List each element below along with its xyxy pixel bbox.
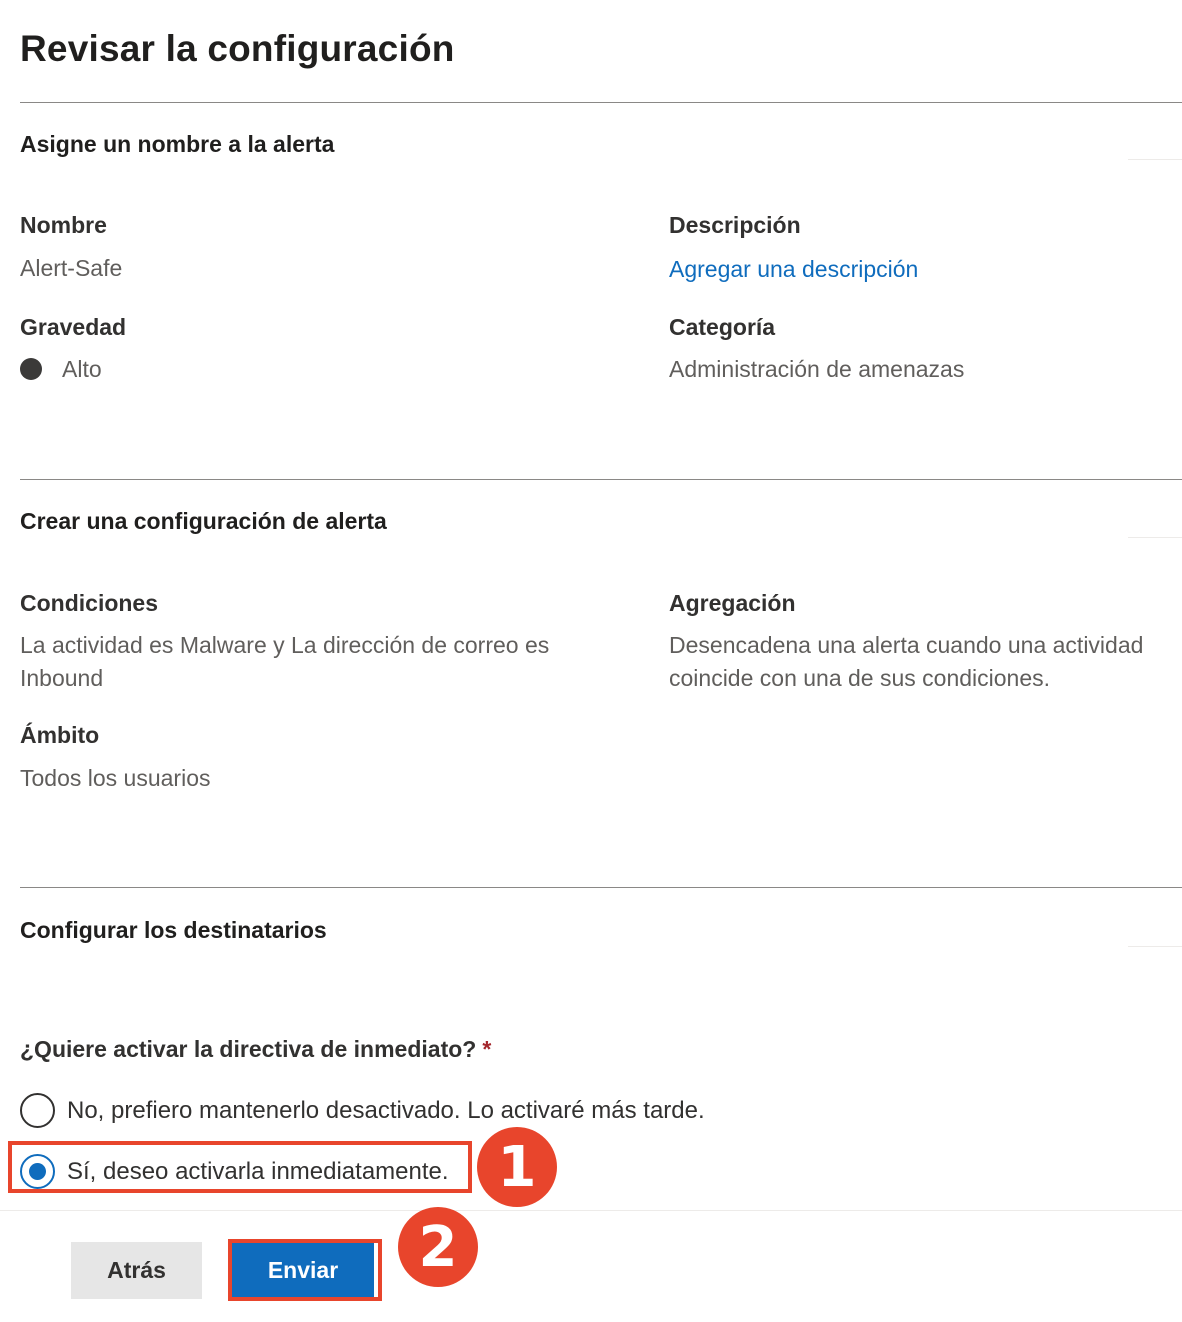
- description-label: Descripción: [669, 212, 801, 238]
- add-description-link[interactable]: Agregar una descripción: [669, 256, 918, 283]
- section-separator: [1128, 537, 1182, 538]
- section-title-recipients: Configurar los destinatarios: [20, 917, 327, 943]
- radio-button[interactable]: [20, 1093, 55, 1128]
- severity-value: Alto: [62, 356, 102, 382]
- aggregation-label: Agregación: [669, 590, 796, 616]
- back-button[interactable]: Atrás: [71, 1242, 202, 1299]
- category-label: Categoría: [669, 314, 776, 340]
- footer-divider: [0, 1210, 1182, 1211]
- radio-option-no[interactable]: No, prefiero mantenerlo desactivado. Lo …: [20, 1093, 705, 1128]
- activation-question: ¿Quiere activar la directiva de inmediat…: [20, 1036, 491, 1063]
- scope-label: Ámbito: [20, 722, 100, 748]
- required-marker: *: [482, 1036, 492, 1062]
- section-separator: [1128, 946, 1182, 947]
- conditions-value-line: La actividad es Malware y La dirección d…: [20, 632, 550, 658]
- annotation-highlight-box: [228, 1239, 382, 1301]
- annotation-highlight-box: [8, 1141, 472, 1193]
- radio-label: No, prefiero mantenerlo desactivado. Lo …: [67, 1096, 705, 1124]
- severity-label: Gravedad: [20, 314, 127, 340]
- page-title: Revisar la configuración: [20, 28, 455, 69]
- section-divider: [20, 102, 1182, 103]
- section-divider: [20, 887, 1182, 888]
- conditions-value: La actividad es Malware y La dirección d…: [20, 629, 549, 695]
- activation-question-text: ¿Quiere activar la directiva de inmediat…: [20, 1036, 477, 1062]
- category-value: Administración de amenazas: [669, 356, 965, 382]
- aggregation-value-line: Desencadena una alerta cuando una activi…: [669, 632, 1144, 658]
- step-2-badge-icon: 2: [398, 1207, 478, 1287]
- aggregation-value-line: coincide con una de sus condiciones.: [669, 665, 1051, 691]
- step-1-badge-icon: 1: [477, 1127, 557, 1207]
- section-divider: [20, 479, 1182, 480]
- section-separator: [1128, 159, 1182, 160]
- name-label: Nombre: [20, 212, 107, 238]
- conditions-value-line: Inbound: [20, 665, 104, 691]
- section-title-name: Asigne un nombre a la alerta: [20, 131, 335, 157]
- conditions-label: Condiciones: [20, 590, 159, 616]
- scope-value: Todos los usuarios: [20, 765, 211, 791]
- section-title-settings: Crear una configuración de alerta: [20, 508, 387, 534]
- aggregation-value: Desencadena una alerta cuando una activi…: [669, 629, 1143, 695]
- severity-dot-icon: [20, 358, 42, 380]
- name-value: Alert-Safe: [20, 255, 123, 281]
